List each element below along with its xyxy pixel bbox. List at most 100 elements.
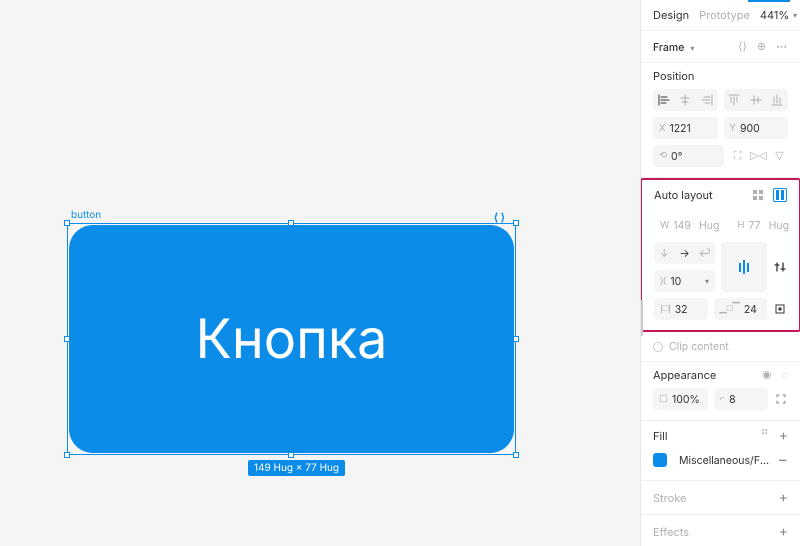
h-mode: Hug: [769, 219, 789, 232]
align-left-icon[interactable]: [653, 94, 675, 106]
align-bottom-icon[interactable]: [767, 94, 789, 106]
align-vcenter-icon[interactable]: [745, 94, 767, 106]
clip-content-row[interactable]: Clip content: [641, 332, 800, 362]
clip-content-label: Clip content: [669, 340, 729, 353]
frame-type-dropdown[interactable]: Frame ▾: [653, 41, 694, 54]
stroke-title: Stroke: [653, 491, 686, 505]
x-value: 1221: [669, 122, 690, 135]
gap-icon: )(: [660, 276, 666, 286]
section-appearance: Appearance ◉ ◌ ▢ 100% ⌐ 8: [641, 362, 800, 421]
effects-title: Effects: [653, 525, 689, 539]
selection-dimensions-pill: 149 Hug × 77 Hug: [248, 460, 345, 476]
flip-h-icon[interactable]: ▷◁: [750, 151, 767, 162]
gap-input[interactable]: )( 10 ▾: [654, 270, 715, 292]
clip-content-checkbox[interactable]: [653, 342, 663, 352]
frame-type-label: Frame: [653, 41, 684, 54]
position-x-input[interactable]: X 1221: [653, 117, 718, 139]
section-auto-layout: Auto layout W 149 Hug: [640, 178, 800, 332]
auto-layout-settings-icon[interactable]: [773, 188, 787, 202]
opacity-icon: ▢: [659, 394, 668, 404]
resize-handle-nw[interactable]: [64, 220, 70, 226]
add-effect-icon[interactable]: +: [779, 523, 788, 540]
style-icon[interactable]: ⠛: [761, 430, 769, 441]
chevron-down-icon: ▾: [705, 276, 709, 286]
padding-h-input[interactable]: |□| 32: [654, 298, 708, 320]
direction-vertical-icon[interactable]: ↓: [654, 242, 674, 264]
target-icon[interactable]: ⊕: [757, 42, 766, 53]
fill-style-name[interactable]: Miscellaneous/Floatin...: [679, 454, 771, 467]
position-title: Position: [653, 69, 694, 83]
padding-individual-icon[interactable]: [773, 298, 787, 320]
section-position: Position: [641, 63, 800, 178]
x-label: X: [659, 123, 665, 134]
advanced-layout-icon[interactable]: [773, 242, 787, 292]
zoom-value: 441%: [760, 8, 789, 22]
direction-wrap-icon[interactable]: ↩: [695, 242, 715, 264]
add-stroke-icon[interactable]: +: [779, 489, 788, 506]
h-label: H: [737, 220, 744, 231]
section-fill: Fill ⠛ + Miscellaneous/Floatin... −: [641, 421, 800, 481]
tab-design[interactable]: Design: [653, 8, 689, 22]
visibility-icon[interactable]: ◉: [762, 370, 772, 381]
gap-value: 10: [670, 275, 681, 288]
button-text: Кнопка: [196, 307, 388, 372]
align-hcenter-icon[interactable]: [675, 94, 697, 106]
align-vertical-group[interactable]: [724, 89, 789, 111]
blend-mode-icon[interactable]: ◌: [781, 370, 788, 381]
fill-swatch[interactable]: [653, 453, 667, 467]
align-right-icon[interactable]: [696, 94, 718, 106]
y-label: Y: [730, 123, 736, 134]
flip-v-icon[interactable]: ▽: [775, 151, 783, 162]
more-icon[interactable]: ⋯: [776, 42, 788, 53]
w-value: 149: [673, 219, 691, 232]
add-fill-icon[interactable]: +: [779, 427, 788, 444]
tab-prototype[interactable]: Prototype: [699, 8, 750, 22]
selected-layer-label: button: [71, 209, 101, 221]
height-input[interactable]: H 77 Hug: [731, 214, 795, 236]
padding-v-input[interactable]: ▁□▔ 24: [714, 298, 768, 320]
canvas[interactable]: button ⟨⟩ Кнопка 149 Hug × 77 Hug: [0, 0, 640, 546]
corner-individual-icon[interactable]: [774, 388, 788, 410]
chevron-down-icon: ▾: [690, 43, 694, 53]
width-input[interactable]: W 149 Hug: [654, 214, 725, 236]
appearance-title: Appearance: [653, 368, 716, 382]
resize-handle-sw[interactable]: [64, 452, 70, 458]
padding-h-value: 32: [675, 303, 688, 316]
code-icon[interactable]: ⟨⟩: [738, 42, 747, 53]
position-y-input[interactable]: Y 900: [724, 117, 789, 139]
align-horizontal-group[interactable]: [653, 89, 718, 111]
resize-handle-se[interactable]: [513, 452, 519, 458]
detach-style-icon[interactable]: −: [777, 449, 788, 469]
rotation-value: 0°: [671, 150, 682, 163]
resize-handle-ne[interactable]: [513, 220, 519, 226]
corner-radius-value: 8: [729, 393, 736, 406]
direction-group[interactable]: ↓ → ↩: [654, 242, 715, 264]
padding-v-value: 24: [744, 303, 757, 316]
button-frame[interactable]: Кнопка: [69, 225, 514, 453]
h-value: 77: [748, 219, 760, 232]
direction-horizontal-icon[interactable]: →: [674, 242, 694, 264]
align-top-icon[interactable]: [724, 94, 746, 106]
section-effects[interactable]: Effects +: [641, 515, 800, 546]
rotation-icon: ⟲: [659, 151, 667, 161]
opacity-value: 100%: [672, 393, 700, 406]
scrollbar[interactable]: [640, 300, 643, 336]
fill-title: Fill: [653, 429, 668, 443]
active-tab-indicator: [748, 0, 790, 2]
padding-v-icon: ▁□▔: [720, 304, 740, 314]
alignment-box[interactable]: [721, 242, 767, 292]
zoom-dropdown[interactable]: 441% ▾: [760, 8, 797, 22]
w-mode: Hug: [699, 219, 719, 232]
chevron-down-icon: ▾: [793, 10, 797, 20]
corner-radius-icon: ⌐: [720, 394, 726, 404]
ratio-lock-icon[interactable]: ⛶: [734, 151, 742, 162]
y-value: 900: [740, 122, 760, 135]
padding-h-icon: |□|: [660, 304, 671, 314]
inspector-panel: Design Prototype 441% ▾ Frame ▾ ⟨⟩ ⊕ ⋯ P…: [640, 0, 800, 546]
section-stroke[interactable]: Stroke +: [641, 481, 800, 515]
opacity-input[interactable]: ▢ 100%: [653, 388, 708, 410]
rotation-input[interactable]: ⟲ 0°: [653, 145, 724, 167]
w-label: W: [660, 220, 669, 231]
auto-layout-remove-icon[interactable]: [751, 188, 765, 202]
corner-radius-input[interactable]: ⌐ 8: [714, 388, 769, 410]
